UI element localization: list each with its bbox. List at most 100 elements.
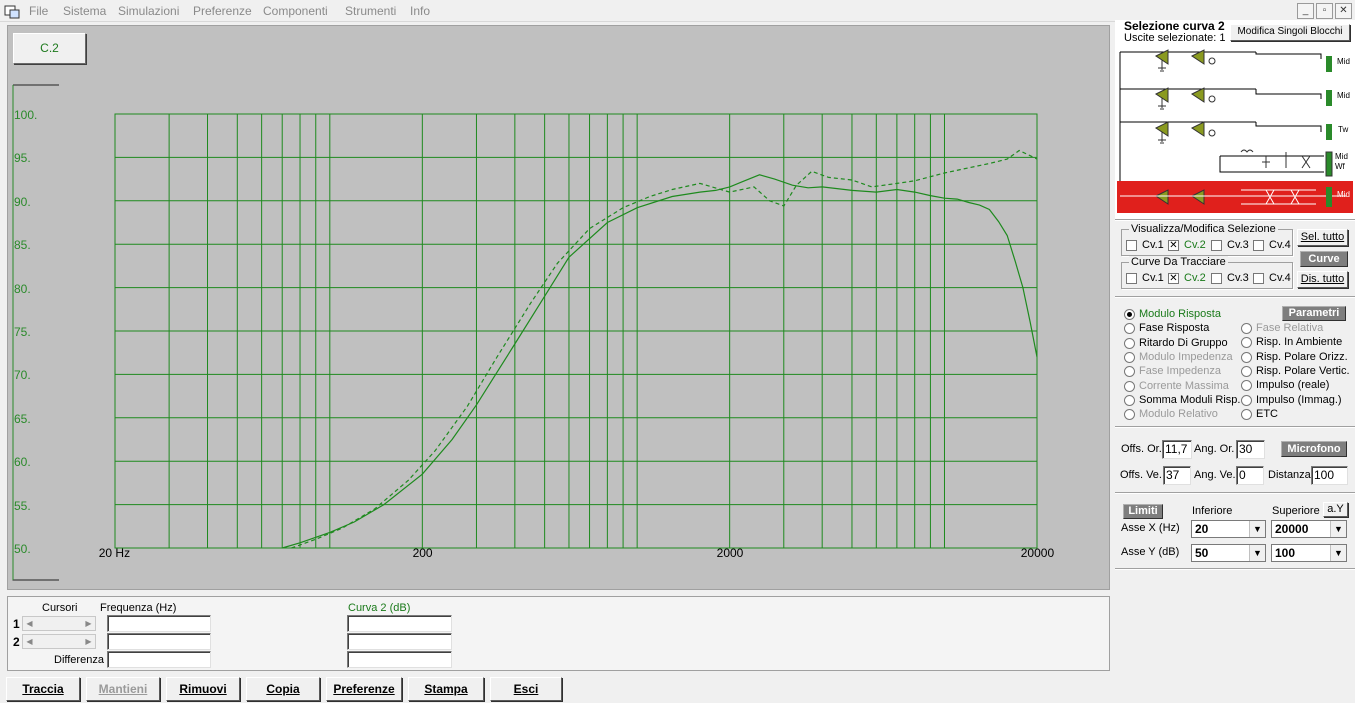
traccia-button[interactable]: Traccia — [6, 677, 80, 701]
radio-modulo-relativo[interactable] — [1124, 409, 1135, 421]
offs-ve-field[interactable]: 37 — [1163, 466, 1191, 485]
cursor-1-scrollbar[interactable]: ◀ ▶ — [22, 616, 96, 631]
cursor-1-frequency-field[interactable] — [107, 615, 211, 632]
radio-impulso-reale-[interactable] — [1241, 380, 1252, 392]
radio-fase-risposta[interactable] — [1124, 323, 1135, 335]
arrow-right-icon[interactable]: ▶ — [82, 635, 95, 648]
separator — [1115, 568, 1355, 570]
radio-label: Corrente Massima — [1139, 379, 1229, 392]
radio-modulo-impedenza[interactable] — [1124, 351, 1135, 363]
x-axis-limit-label: Asse X (Hz) — [1121, 522, 1180, 534]
driver-label-1: Mid — [1337, 57, 1350, 66]
menu-info[interactable]: Info — [410, 4, 430, 18]
plot-checkbox-1[interactable] — [1126, 273, 1137, 284]
x-min-select[interactable]: 20 ▼ — [1191, 520, 1266, 538]
plot-checkbox-3[interactable] — [1211, 273, 1222, 284]
radio-risp-in-ambiente[interactable] — [1241, 337, 1252, 349]
cursor-2-scrollbar[interactable]: ◀ ▶ — [22, 634, 96, 649]
view-checkbox-4[interactable] — [1253, 240, 1264, 251]
radio-somma-moduli-risp-[interactable] — [1124, 394, 1135, 406]
menu-componenti[interactable]: Componenti — [263, 4, 328, 18]
menu-file[interactable]: File — [29, 4, 48, 18]
cursor-2-curve-field[interactable] — [347, 633, 452, 650]
rimuovi-button[interactable]: Rimuovi — [166, 677, 240, 701]
restore-button[interactable]: ▫ — [1316, 3, 1333, 19]
menu-simulazioni[interactable]: Simulazioni — [118, 4, 179, 18]
stampa-button[interactable]: Stampa — [408, 677, 484, 701]
curves-button[interactable]: Curve — [1300, 251, 1348, 267]
arrow-left-icon[interactable]: ◀ — [23, 617, 36, 630]
radio-label: Fase Risposta — [1139, 322, 1210, 335]
select-all-button[interactable]: Sel. tutto — [1297, 229, 1348, 246]
plot-checkbox-4[interactable] — [1253, 273, 1264, 284]
chevron-down-icon[interactable]: ▼ — [1249, 521, 1265, 537]
y-tick-label: 90. — [14, 194, 31, 209]
y-tick-label: 100. — [14, 108, 38, 122]
outputs-selected-label: Uscite selezionate: 1 — [1124, 32, 1226, 44]
cursor-2-frequency-field[interactable] — [107, 633, 211, 650]
plot-curves-title: Curve Da Tracciare — [1129, 256, 1228, 268]
crossover-circuit-diagram[interactable] — [1116, 44, 1354, 216]
radio-label: Fase Relativa — [1256, 322, 1324, 334]
plot-checkbox-2[interactable]: ✕ — [1168, 273, 1179, 284]
y-max-select[interactable]: 100 ▼ — [1271, 544, 1347, 562]
modify-blocks-button[interactable]: Modifica Singoli Blocchi — [1230, 24, 1350, 41]
y-min-select[interactable]: 50 ▼ — [1191, 544, 1266, 562]
difference-label: Differenza — [54, 654, 104, 666]
menu-sistema[interactable]: Sistema — [63, 4, 106, 18]
preferenze-button[interactable]: Preferenze — [326, 677, 402, 701]
view-checkbox-2[interactable]: ✕ — [1168, 240, 1179, 251]
view-label-2: Cv.2 — [1184, 239, 1206, 251]
parameters-button[interactable]: Parametri — [1282, 306, 1346, 321]
radio-label: Risp. Polare Orizz. — [1256, 350, 1348, 363]
cursor-1-curve-field[interactable] — [347, 615, 452, 632]
view-selection-title: Visualizza/Modifica Selezione — [1129, 223, 1278, 235]
radio-ritardo-di-gruppo[interactable] — [1124, 337, 1135, 349]
x-tick-label: 2000 — [716, 546, 744, 560]
minimize-button[interactable]: _ — [1297, 3, 1314, 19]
radio-fase-relativa[interactable] — [1241, 323, 1252, 334]
microphone-button[interactable]: Microfono — [1281, 441, 1347, 457]
view-checkbox-1[interactable] — [1126, 240, 1137, 251]
y-tick-label: 65. — [14, 411, 31, 426]
chevron-down-icon[interactable]: ▼ — [1330, 521, 1346, 537]
close-button[interactable]: ✕ — [1335, 3, 1352, 19]
radio-risp-polare-orizz-[interactable] — [1241, 351, 1252, 363]
app-icon[interactable] — [4, 3, 20, 19]
separator — [1115, 219, 1355, 221]
x-max-select[interactable]: 20000 ▼ — [1271, 520, 1347, 538]
radio-corrente-massima[interactable] — [1124, 380, 1135, 392]
y-max-value: 100 — [1275, 546, 1296, 560]
radio-impulso-immag-[interactable] — [1241, 394, 1252, 406]
ang-or-field[interactable]: 30 — [1236, 440, 1265, 459]
arrow-right-icon[interactable]: ▶ — [82, 617, 95, 630]
radio-label: Modulo Relativo — [1139, 408, 1218, 421]
mantieni-button[interactable]: Mantieni — [86, 677, 160, 701]
radio-risp-polare-vertic-[interactable] — [1241, 365, 1252, 377]
radio-etc[interactable] — [1241, 408, 1252, 420]
radio-label: Somma Moduli Risp. — [1139, 393, 1241, 406]
upper-label: Superiore — [1272, 505, 1320, 517]
limits-button[interactable]: Limiti — [1123, 504, 1163, 519]
ang-ve-field[interactable]: 0 — [1236, 466, 1264, 485]
difference-curve-field[interactable] — [347, 651, 452, 668]
esci-button[interactable]: Esci — [490, 677, 562, 701]
offs-ve-label: Offs. Ve. — [1120, 469, 1162, 481]
difference-frequency-field[interactable] — [107, 651, 211, 668]
curve-tag-button[interactable]: C.2 — [13, 33, 86, 64]
frequency-response-chart[interactable] — [7, 25, 1110, 590]
distance-field[interactable]: 100 — [1311, 466, 1348, 485]
chevron-down-icon[interactable]: ▼ — [1330, 545, 1346, 561]
view-checkbox-3[interactable] — [1211, 240, 1222, 251]
radio-label: Fase Impedenza — [1139, 365, 1221, 378]
copia-button[interactable]: Copia — [246, 677, 320, 701]
auto-y-button[interactable]: a.Y — [1323, 502, 1348, 517]
offs-or-field[interactable]: 11,7 — [1162, 440, 1192, 459]
arrow-left-icon[interactable]: ◀ — [23, 635, 36, 648]
radio-fase-impedenza[interactable] — [1124, 366, 1135, 378]
menu-preferenze[interactable]: Preferenze — [193, 4, 252, 18]
radio-modulo-risposta[interactable] — [1124, 309, 1135, 320]
menu-strumenti[interactable]: Strumenti — [345, 4, 396, 18]
deselect-all-button[interactable]: Dis. tutto — [1297, 271, 1348, 288]
chevron-down-icon[interactable]: ▼ — [1249, 545, 1265, 561]
